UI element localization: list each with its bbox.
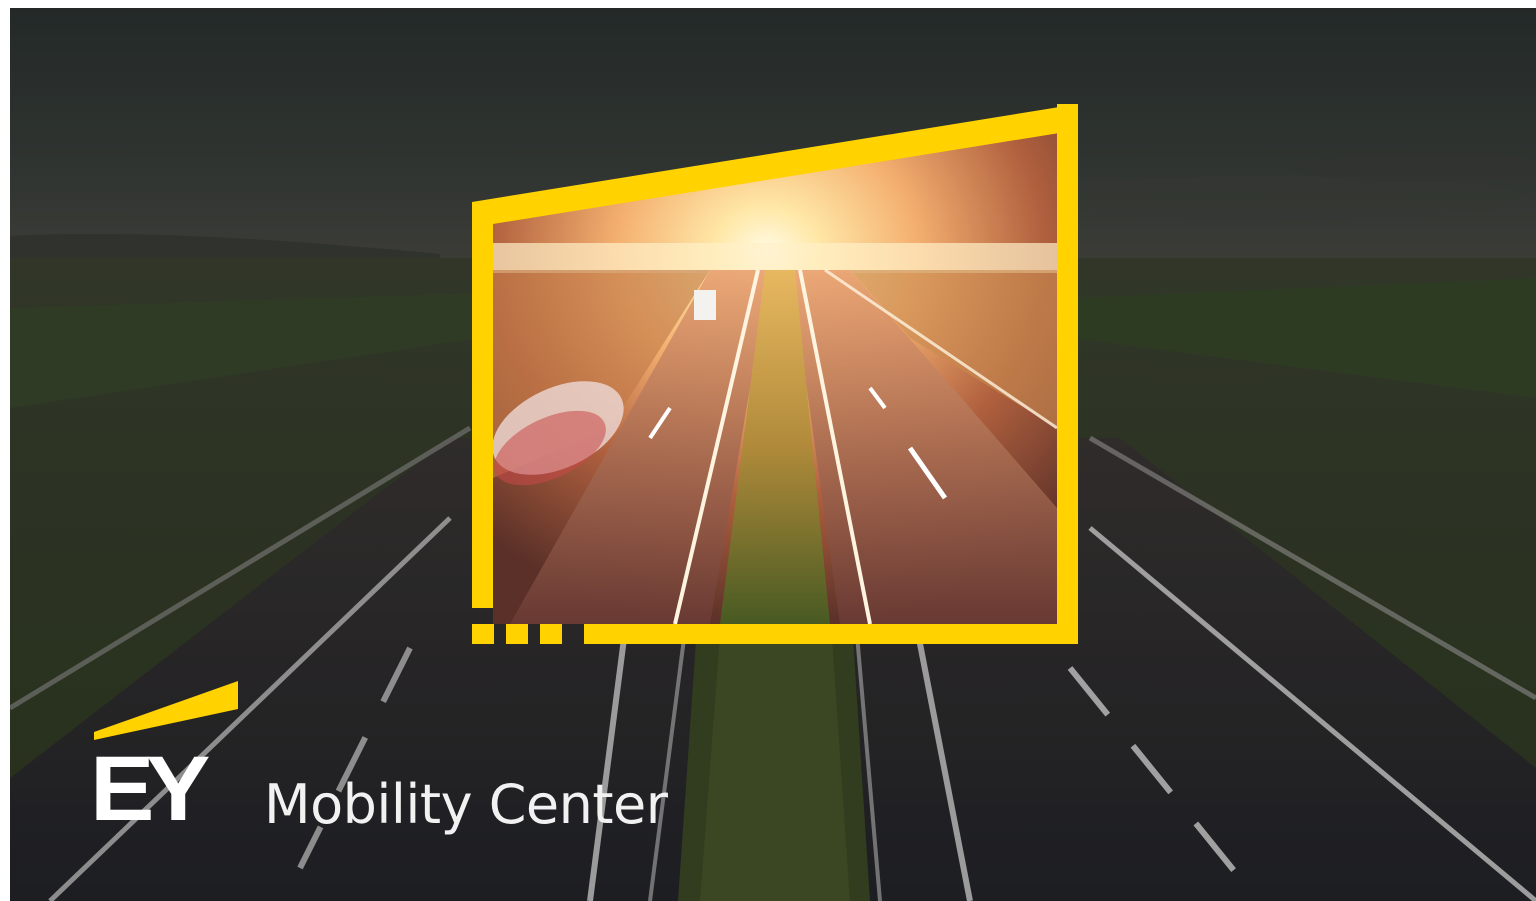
highway-photo (10, 8, 1536, 901)
hero-banner: EY Mobility Center (10, 8, 1536, 901)
